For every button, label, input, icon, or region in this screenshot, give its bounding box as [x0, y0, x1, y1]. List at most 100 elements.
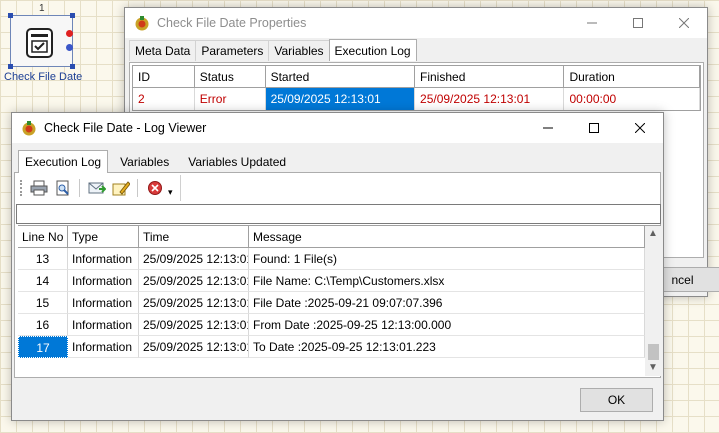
scroll-up-icon[interactable]: ▲ [648, 228, 658, 239]
cell-line-no[interactable]: 16 [18, 314, 68, 336]
cell-time[interactable]: 25/09/2025 12:13:01 [139, 336, 249, 358]
email-button[interactable] [86, 178, 107, 198]
cell-time[interactable]: 25/09/2025 12:13:01 [139, 248, 249, 270]
ok-button[interactable]: OK [580, 388, 653, 412]
column-header-duration[interactable]: Duration [564, 66, 700, 88]
canvas-node[interactable]: 1 Check File Date [0, 0, 90, 90]
log-toolbar: ▾ [17, 175, 181, 201]
tab-parameters[interactable]: Parameters [195, 40, 270, 61]
tab-variables-updated[interactable]: Variables Updated [181, 150, 293, 173]
cell-message[interactable]: Found: 1 File(s) [249, 248, 645, 270]
table-row[interactable]: 2 Error 25/09/2025 12:13:01 25/09/2025 1… [133, 88, 700, 110]
toolbar-grip[interactable] [20, 180, 23, 196]
scroll-down-icon[interactable]: ▼ [648, 362, 658, 373]
success-port[interactable] [66, 44, 73, 51]
tab-execution-log[interactable]: Execution Log [18, 150, 109, 173]
calendar-check-icon [26, 28, 53, 58]
print-preview-icon [56, 180, 69, 196]
scroll-thumb[interactable] [648, 344, 659, 360]
cell-message[interactable]: To Date :2025-09-25 12:13:01.223 [249, 336, 645, 358]
error-port[interactable] [66, 30, 73, 37]
cell-id[interactable]: 2 [133, 88, 195, 110]
table-row[interactable]: 15 Information 25/09/2025 12:13:01 File … [18, 292, 661, 314]
maximize-button[interactable] [571, 113, 617, 143]
vertical-scrollbar[interactable]: ▲ ▼ [645, 226, 661, 376]
app-icon [135, 16, 149, 31]
column-header-line-no[interactable]: Line No [18, 226, 68, 248]
resize-handle[interactable] [8, 64, 13, 69]
resize-handle[interactable] [70, 64, 75, 69]
maximize-icon [589, 123, 599, 133]
table-row[interactable]: 13 Information 25/09/2025 12:13:01 Found… [18, 248, 661, 270]
table-row[interactable]: 16 Information 25/09/2025 12:13:01 From … [18, 314, 661, 336]
column-header-finished[interactable]: Finished [415, 66, 565, 88]
table-row[interactable]: 14 Information 25/09/2025 12:13:01 File … [18, 270, 661, 292]
edit-icon [112, 181, 130, 196]
cell-time[interactable]: 25/09/2025 12:13:01 [139, 270, 249, 292]
cell-line-no[interactable]: 14 [18, 270, 68, 292]
cell-line-no[interactable]: 13 [18, 248, 68, 270]
grid-header: Line No Type Time Message [18, 226, 661, 248]
email-icon [88, 182, 106, 194]
column-header-time[interactable]: Time [139, 226, 249, 248]
toolbar-separator [137, 179, 138, 197]
column-header-type[interactable]: Type [68, 226, 139, 248]
minimize-button[interactable] [525, 113, 571, 143]
log-viewer-title: Check File Date - Log Viewer [44, 121, 207, 135]
cell-message[interactable]: File Date :2025-09-21 09:07:07.396 [249, 292, 645, 314]
cancel-label: ncel [671, 272, 694, 287]
cell-type[interactable]: Information [68, 248, 139, 270]
filter-input[interactable] [16, 204, 661, 224]
tab-execution-log[interactable]: Execution Log [328, 39, 417, 61]
log-panel: ▾ Line No Type Time Message 13 Informati… [14, 172, 661, 378]
app-icon [22, 121, 36, 136]
column-header-status[interactable]: Status [194, 66, 266, 88]
properties-titlebar[interactable]: Check File Date Properties [125, 8, 707, 38]
cell-line-no[interactable]: 15 [18, 292, 68, 314]
column-header-message[interactable]: Message [249, 226, 645, 248]
cell-message[interactable]: From Date :2025-09-25 12:13:00.000 [249, 314, 645, 336]
execution-grid: ID Status Started Finished Duration 2 Er… [132, 65, 701, 111]
stop-button[interactable] [144, 178, 165, 198]
cell-message[interactable]: File Name: C:\Temp\Customers.xlsx [249, 270, 645, 292]
grid-header: ID Status Started Finished Duration [133, 66, 700, 88]
close-icon [679, 18, 689, 28]
cell-time[interactable]: 25/09/2025 12:13:01 [139, 292, 249, 314]
properties-tabs: Meta Data Parameters Variables Execution… [129, 39, 417, 61]
resize-handle[interactable] [70, 13, 75, 18]
close-button[interactable] [617, 113, 663, 143]
cell-duration[interactable]: 00:00:00 [564, 88, 700, 110]
log-viewer-titlebar[interactable]: Check File Date - Log Viewer [12, 113, 663, 143]
node-label: Check File Date [4, 71, 83, 83]
resize-handle[interactable] [8, 13, 13, 18]
cell-type[interactable]: Information [68, 336, 139, 358]
log-tabs: Execution Log Variables Variables Update… [18, 150, 292, 173]
minimize-icon [543, 127, 553, 129]
log-viewer-window: Check File Date - Log Viewer Execution L… [11, 112, 664, 421]
print-button[interactable] [28, 178, 49, 198]
close-button[interactable] [661, 8, 707, 38]
cell-line-no[interactable]: 17 [18, 336, 68, 358]
cell-started[interactable]: 25/09/2025 12:13:01 [265, 88, 416, 110]
edit-button[interactable] [110, 178, 131, 198]
maximize-button[interactable] [615, 8, 661, 38]
tab-variables[interactable]: Variables [268, 40, 330, 61]
cell-type[interactable]: Information [68, 314, 139, 336]
toolbar-overflow-icon[interactable]: ▾ [168, 187, 173, 198]
print-icon [30, 180, 47, 196]
node-box[interactable] [8, 13, 75, 69]
cell-status[interactable]: Error [195, 88, 266, 110]
cell-finished[interactable]: 25/09/2025 12:13:01 [415, 88, 565, 110]
column-header-started[interactable]: Started [265, 66, 416, 88]
cell-time[interactable]: 25/09/2025 12:13:01 [139, 314, 249, 336]
ok-label: OK [607, 393, 626, 407]
table-row-selected[interactable]: 17 Information 25/09/2025 12:13:01 To Da… [18, 336, 661, 358]
tab-variables[interactable]: Variables [113, 150, 176, 173]
properties-title: Check File Date Properties [157, 16, 307, 30]
column-header-id[interactable]: ID [133, 66, 195, 88]
cell-type[interactable]: Information [68, 292, 139, 314]
tab-meta-data[interactable]: Meta Data [129, 40, 197, 61]
print-preview-button[interactable] [52, 178, 73, 198]
minimize-button[interactable] [569, 8, 615, 38]
cell-type[interactable]: Information [68, 270, 139, 292]
